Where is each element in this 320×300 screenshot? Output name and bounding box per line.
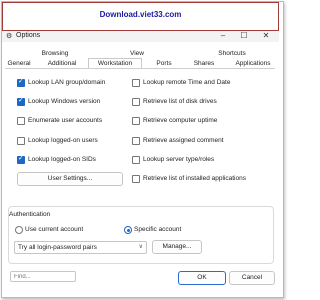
radio-dot[interactable] — [124, 226, 132, 234]
maximize-button[interactable]: ☐ — [238, 31, 250, 40]
checkbox-box[interactable] — [17, 97, 25, 106]
radio-dot[interactable] — [15, 226, 23, 234]
gear-icon: ⚙ — [6, 33, 13, 40]
checkbox-box[interactable] — [132, 79, 140, 87]
ok-button[interactable]: OK — [178, 271, 226, 285]
checkbox-label: Retrieve assigned comment — [143, 137, 224, 144]
watermark-banner: Download.viet33.com — [2, 2, 279, 31]
checkbox-box[interactable] — [17, 155, 25, 164]
authentication-title: Authentication — [9, 211, 51, 218]
manage-button[interactable]: Manage... — [152, 240, 202, 254]
checkbox-box[interactable] — [17, 78, 25, 87]
tab-shares[interactable]: Shares — [186, 59, 222, 68]
checkbox-label: Retrieve computer uptime — [143, 117, 218, 124]
minimize-button[interactable]: – — [217, 31, 229, 40]
radio-label: Use current account — [25, 226, 84, 233]
tab-browsing[interactable]: Browsing — [30, 49, 80, 58]
checkbox-label: Retrieve list of installed applications — [143, 175, 246, 182]
user-settings-button[interactable]: User Settings... — [17, 172, 123, 186]
checkbox-box[interactable] — [132, 98, 140, 106]
checkbox-label: Enumerate user accounts — [28, 117, 103, 124]
checkbox-label: Lookup logged-on SIDs — [28, 156, 96, 163]
cancel-button[interactable]: Cancel — [229, 271, 275, 285]
checkbox-label: Lookup logged-on users — [28, 137, 98, 144]
checkbox-box[interactable] — [132, 137, 140, 145]
checkbox-label: Lookup remote Time and Date — [143, 79, 231, 86]
checkbox-box[interactable] — [17, 117, 25, 125]
select-value: Try all login-password pairs — [18, 244, 97, 251]
checkbox-box[interactable] — [132, 175, 140, 183]
tab-view[interactable]: View — [117, 49, 157, 58]
chevron-down-icon: ∨ — [138, 244, 143, 250]
tab-general[interactable]: General — [4, 59, 34, 68]
tab-workstation[interactable]: Workstation — [88, 58, 142, 68]
close-button[interactable]: ✕ — [260, 31, 272, 40]
title-bar: ⚙ Options – ☐ ✕ — [2, 31, 279, 42]
window-title: Options — [16, 32, 41, 39]
radio-label: Specific account — [134, 226, 182, 233]
checkbox-label: Lookup LAN group/domain — [28, 79, 106, 86]
tab-additional[interactable]: Additional — [42, 59, 82, 68]
checkbox-label: Retrieve list of disk drives — [143, 98, 217, 105]
checkbox-label: Lookup server type/roles — [143, 156, 215, 163]
checkbox-box[interactable] — [132, 117, 140, 125]
tab-shortcuts[interactable]: Shortcuts — [207, 49, 257, 58]
tab-ports[interactable]: Ports — [150, 59, 178, 68]
find-input[interactable] — [10, 271, 76, 282]
checkbox-label: Lookup Windows version — [28, 98, 101, 105]
auth-method-select[interactable]: Try all login-password pairs ∨ — [14, 241, 147, 254]
checkbox-box[interactable] — [17, 137, 25, 145]
checkbox-box[interactable] — [132, 156, 140, 164]
tab-applications[interactable]: Applications — [228, 59, 278, 68]
watermark-text: Download.viet33.com — [99, 10, 182, 19]
